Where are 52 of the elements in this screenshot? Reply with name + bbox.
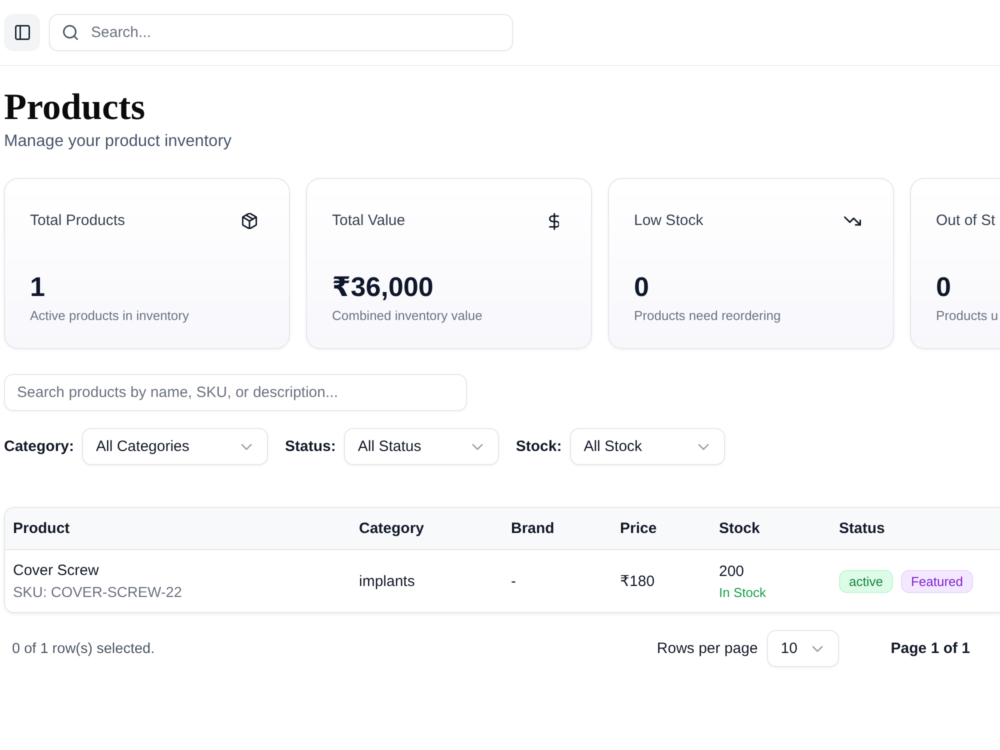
card-title: Total Products [30,211,126,231]
card-title: Low Stock [634,211,704,231]
dollar-icon [549,212,559,230]
filter-label: Stock: [516,438,562,455]
column-header[interactable]: Brand [503,520,562,537]
column-header[interactable]: Status [831,520,893,537]
filter-label: Status: [285,438,336,455]
stock-quantity: 200 [719,562,744,580]
page-indicator: Page 1 of 1 [890,640,970,657]
rows-per-page-label: Rows per page [656,640,758,657]
product-sku: SKU: COVER-SCREW-22 [13,584,182,600]
page-title: Products [4,86,146,130]
stock-status: In Stock [719,584,766,600]
chevron-down-icon [472,444,483,450]
filter-select[interactable]: All Categories [82,428,268,465]
page-subtitle: Manage your product inventory [4,131,232,152]
column-header[interactable]: Stock [711,520,768,537]
chevron-down-icon [698,444,709,450]
price-cell: ₹180 [620,572,655,590]
stat-value: 0 [634,271,650,303]
stat-value: 0 [936,271,952,303]
search-field[interactable]: Search... [49,14,513,51]
card-title: Total Value [332,211,406,231]
column-header[interactable]: Category [351,520,432,537]
package-icon [242,213,257,229]
table-row[interactable]: Cover Screw SKU: COVER-SCREW-22 implants - ₹180 200 In Stock active Featured [5,549,1000,612]
stat-description: Combined inventory value [332,307,484,325]
stat-description: Products u [936,307,1000,325]
trending-down-icon [844,216,861,226]
column-header[interactable]: Price [612,520,665,537]
status-badge: active [839,570,893,592]
chevron-down-icon [812,646,823,652]
filter-select[interactable]: All Status [344,428,499,465]
stat-value: 1 [30,271,46,303]
search-icon [63,25,78,40]
product-name: Cover Screw [13,562,99,578]
selection-count: 0 of 1 row(s) selected. [12,640,155,656]
sidebar-toggle-button[interactable] [4,14,40,51]
rows-per-page-select[interactable]: 10 [766,630,839,667]
card-title: Out of St [936,211,996,231]
product-search-field[interactable]: Search products by name, SKU, or description... [4,374,467,411]
brand-cell: - [511,572,516,590]
filter-label: Category: [4,438,74,455]
featured-badge: Featured [900,570,974,592]
category-cell: implants [359,572,415,590]
chevron-down-icon [241,444,252,450]
stat-description: Active products in inventory [30,307,190,325]
stat-description: Products need reordering [634,307,782,325]
filter-select[interactable]: All Stock [570,428,725,465]
column-header[interactable]: Product [5,520,78,537]
panel-icon [14,25,30,40]
stat-value: ₹36,000 [332,271,434,303]
